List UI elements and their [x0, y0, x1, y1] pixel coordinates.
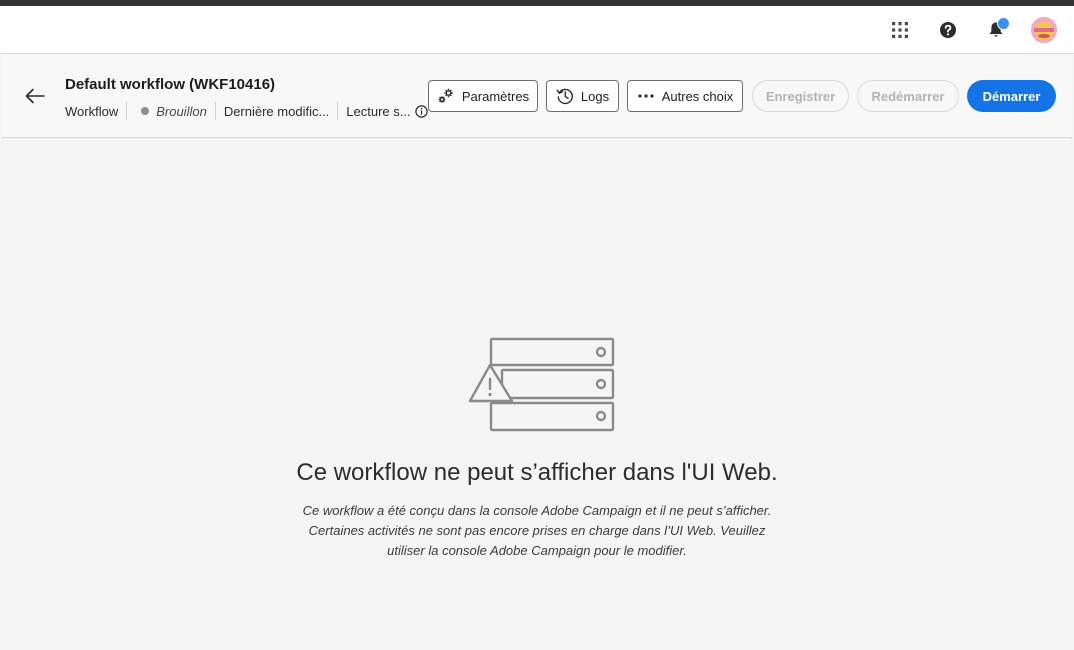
more-options-button-label: Autres choix — [661, 88, 734, 104]
workflow-header: Default workflow (WKF10416) Workflow Bro… — [2, 55, 1072, 138]
apps-grid-icon[interactable] — [886, 16, 914, 44]
empty-state-description: Ce workflow a été conçu dans la console … — [287, 501, 787, 561]
restart-button[interactable]: Redémarrer — [857, 80, 959, 112]
main-content — [2, 139, 1072, 650]
read-status-label: Lecture s... — [346, 103, 411, 119]
workflow-type: Workflow — [65, 103, 119, 119]
workflow-meta: Workflow Brouillon Dernière modific... L… — [65, 102, 428, 120]
save-button[interactable]: Enregistrer — [752, 80, 849, 112]
empty-state-title: Ce workflow ne peut s’afficher dans l'UI… — [296, 459, 778, 486]
page-title: Default workflow (WKF10416) — [65, 76, 276, 93]
settings-button-label: Paramètres — [461, 88, 530, 104]
settings-button[interactable]: Paramètres — [428, 80, 538, 112]
status-badge: Brouillon — [156, 103, 207, 119]
divider — [214, 102, 216, 120]
more-dots-icon — [637, 93, 655, 99]
shell-bar — [0, 6, 1074, 54]
more-options-button[interactable]: Autres choix — [627, 80, 743, 112]
empty-state-line: Ce workflow a été conçu dans la console … — [302, 503, 772, 518]
empty-state-line: Certaines activités ne sont pas encore p… — [308, 523, 766, 538]
back-arrow-icon[interactable] — [22, 83, 48, 109]
gears-icon — [437, 88, 455, 104]
history-icon — [556, 87, 574, 105]
info-icon[interactable] — [414, 104, 428, 118]
logs-button[interactable]: Logs — [546, 80, 619, 112]
server-warning-icon — [468, 337, 615, 432]
help-icon[interactable] — [934, 16, 962, 44]
status-dot — [141, 107, 150, 115]
user-avatar[interactable] — [1031, 17, 1057, 43]
last-modified-label: Dernière modific... — [223, 103, 330, 119]
empty-state-line: utiliser la console Adobe Campaign pour … — [387, 543, 687, 558]
notification-badge — [997, 17, 1010, 30]
start-button[interactable]: Démarrer — [967, 80, 1056, 112]
logs-button-label: Logs — [580, 88, 610, 104]
divider — [126, 102, 128, 120]
divider — [337, 102, 339, 120]
